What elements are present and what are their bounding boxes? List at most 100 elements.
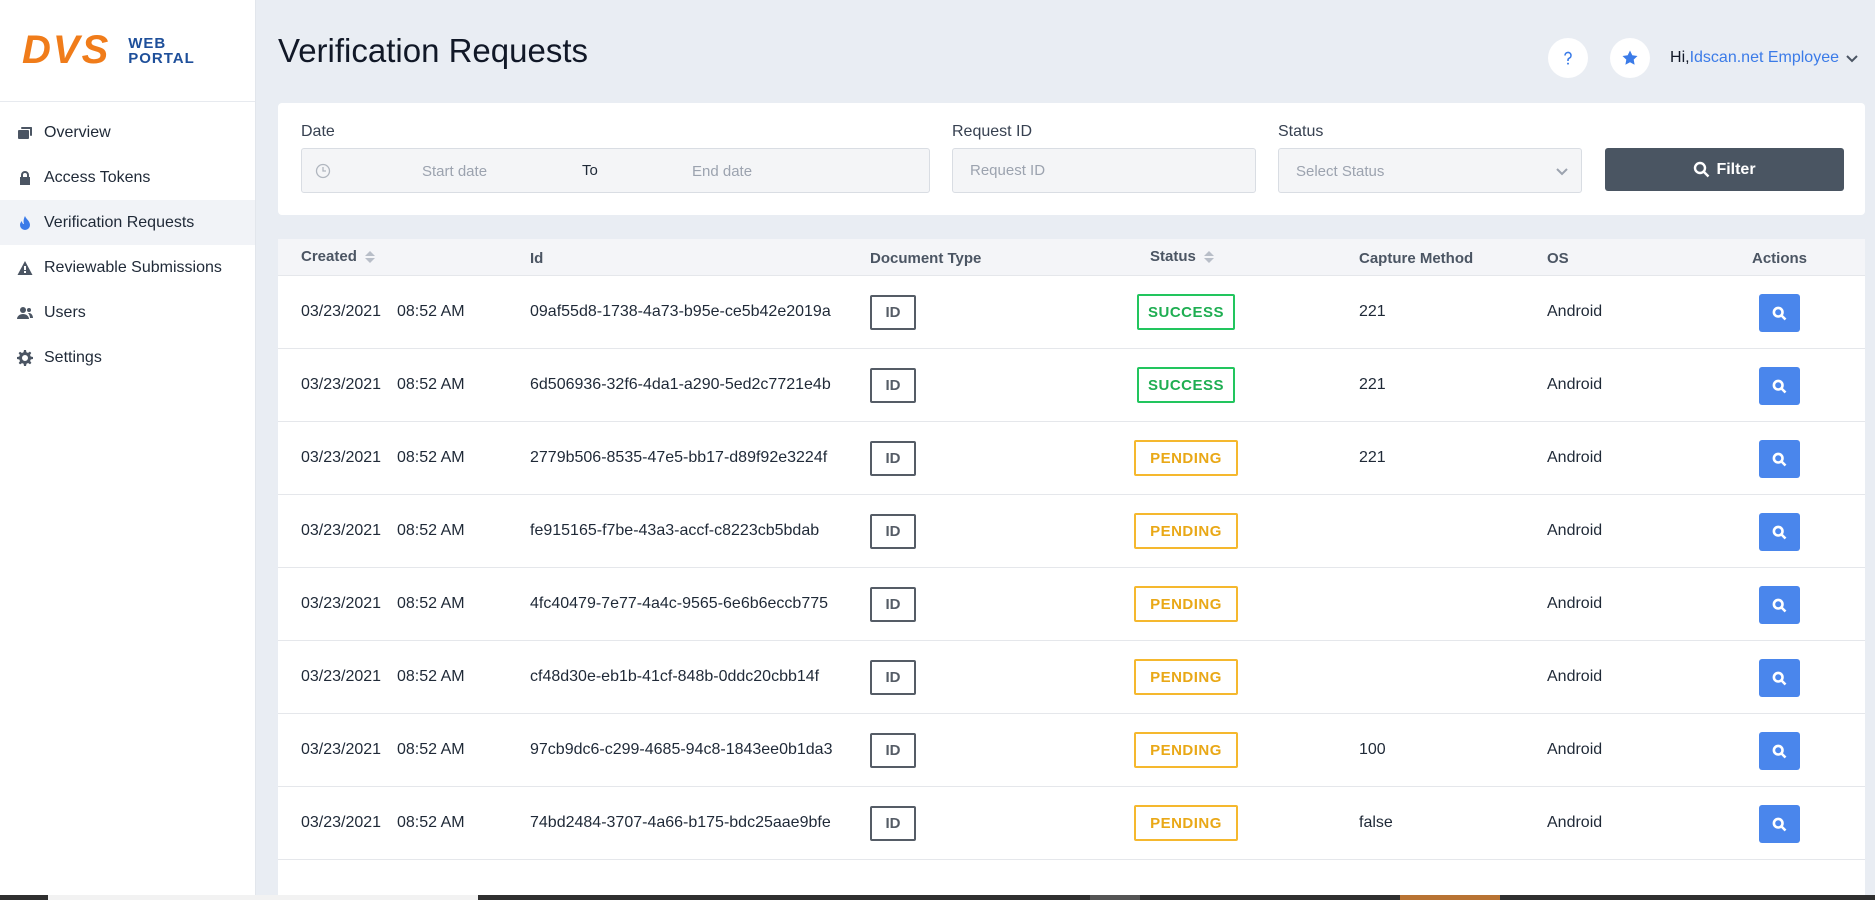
table-row: 03/23/2021 08:52 AM cf48d30e-eb1b-41cf-848… (278, 641, 1865, 714)
view-details-button[interactable] (1759, 367, 1800, 405)
flame-icon (16, 214, 34, 232)
created-time: 08:52 AM (397, 668, 465, 685)
sidebar-item-label: Verification Requests (44, 213, 195, 231)
view-details-button[interactable] (1759, 732, 1800, 770)
sidebar-item-verification-requests[interactable]: Verification Requests (0, 200, 255, 245)
created-date: 03/23/2021 (301, 595, 382, 612)
overview-icon (16, 124, 34, 142)
search-icon (1772, 598, 1787, 612)
capture-method: false (1359, 814, 1393, 831)
created-time: 08:52 AM (397, 449, 465, 466)
os-value: Android (1547, 741, 1603, 758)
request-id-input[interactable] (952, 148, 1256, 193)
sidebar-item-label: Overview (44, 123, 111, 141)
created-time: 08:52 AM (397, 814, 465, 831)
page-title: Verification Requests (278, 32, 589, 69)
created-date: 03/23/2021 (301, 814, 382, 831)
filter-button[interactable]: Filter (1605, 148, 1844, 191)
sidebar: DVS WEB PORTAL Overview Access Tokens Ve… (0, 0, 256, 900)
question-icon (1564, 51, 1572, 65)
os-value: Android (1547, 595, 1603, 612)
date-range-picker[interactable]: Start date To End date (301, 148, 930, 193)
filter-button-label: Filter (1716, 160, 1756, 178)
sidebar-item-reviewable-submissions[interactable]: Reviewable Submissions (0, 245, 255, 290)
column-header-label: Capture Method (1359, 250, 1474, 267)
main-content: Verification Requests Hi, Idscan.net Emp… (256, 0, 1875, 900)
sidebar-item-label: Users (44, 303, 86, 321)
search-icon (1772, 379, 1787, 393)
os-value: Android (1547, 449, 1603, 466)
column-header-status[interactable]: Status (1150, 248, 1214, 265)
status-badge: PENDING (1134, 659, 1238, 695)
request-id: cf48d30e-eb1b-41cf-848b-0ddc20cbb14f (530, 668, 820, 685)
sidebar-item-label: Settings (44, 348, 102, 366)
created-date: 03/23/2021 (301, 376, 382, 393)
created-time: 08:52 AM (397, 741, 465, 758)
lock-icon (16, 169, 34, 187)
warning-icon (16, 259, 34, 277)
request-id: 6d506936-32f6-4da1-a290-5ed2c7721e4b (530, 376, 831, 393)
document-type-badge: ID (870, 660, 916, 695)
created-time: 08:52 AM (397, 376, 465, 393)
logo-text: DVS (22, 28, 111, 72)
brand-logo[interactable]: DVS WEB PORTAL (0, 0, 255, 102)
column-header-label: Actions (1752, 250, 1808, 267)
created-date: 03/23/2021 (301, 303, 382, 320)
chevron-down-icon (1556, 168, 1568, 176)
table-row: 03/23/2021 08:52 AM 74bd2484-3707-4a66-b17… (278, 787, 1865, 860)
sidebar-item-users[interactable]: Users (0, 290, 255, 335)
os-value: Android (1547, 303, 1603, 320)
document-type-badge: ID (870, 514, 916, 549)
search-icon (1772, 817, 1787, 831)
request-id: 97cb9dc6-c299-4685-94c8-1843ee0b1da3 (530, 741, 833, 758)
view-details-button[interactable] (1759, 586, 1800, 624)
created-time: 08:52 AM (397, 522, 465, 539)
sidebar-item-settings[interactable]: Settings (0, 335, 255, 380)
table-row: 03/23/2021 08:52 AM 2779b506-8535-47e5-bb1… (278, 422, 1865, 495)
created-time: 08:52 AM (397, 303, 465, 320)
column-header-id: Id (530, 250, 543, 267)
users-icon (16, 304, 34, 322)
capture-method: 221 (1359, 376, 1386, 393)
user-name: Idscan.net Employee (1689, 49, 1839, 66)
search-icon (1772, 671, 1787, 685)
taskbar-strip (0, 895, 1875, 900)
header-actions: Hi, Idscan.net Employee (1526, 38, 1859, 78)
request-id: 09af55d8-1738-4a73-b95e-ce5b42e2019a (530, 303, 831, 320)
view-details-button[interactable] (1759, 440, 1800, 478)
document-type-badge: ID (870, 441, 916, 476)
end-date-input[interactable]: End date (692, 163, 752, 180)
user-menu[interactable]: Hi, Idscan.net Employee (1670, 49, 1859, 67)
column-header-label: Document Type (870, 250, 982, 267)
column-header-label: OS (1547, 250, 1569, 267)
sidebar-nav: Overview Access Tokens Verification Requ… (0, 102, 255, 380)
column-header-created[interactable]: Created (301, 248, 375, 265)
column-header-label: Created (301, 248, 357, 265)
sidebar-item-access-tokens[interactable]: Access Tokens (0, 155, 255, 200)
favorites-button[interactable] (1610, 38, 1651, 78)
gear-icon (16, 349, 34, 367)
capture-method: 221 (1359, 303, 1386, 320)
view-details-button[interactable] (1759, 659, 1800, 697)
status-badge: SUCCESS (1137, 294, 1235, 330)
column-header-actions: Actions (1752, 250, 1807, 267)
column-header-document-type: Document Type (870, 250, 981, 267)
status-badge: PENDING (1134, 586, 1238, 622)
requests-table: Created Id Document Type Status Capture … (278, 239, 1865, 900)
help-button[interactable] (1548, 38, 1589, 78)
logo-subtitle: WEB PORTAL (128, 36, 195, 66)
document-type-badge: ID (870, 368, 916, 403)
status-select[interactable]: Select Status (1278, 148, 1582, 193)
view-details-button[interactable] (1759, 294, 1800, 332)
table-row: 03/23/2021 08:52 AM 97cb9dc6-c299-4685-94c… (278, 714, 1865, 787)
sidebar-item-overview[interactable]: Overview (0, 110, 255, 155)
search-icon (1772, 744, 1787, 758)
column-header-label: Id (530, 250, 544, 267)
view-details-button[interactable] (1759, 513, 1800, 551)
sort-icon (364, 250, 375, 263)
column-header-os: OS (1547, 250, 1569, 267)
status-label: Status (1278, 123, 1324, 140)
view-details-button[interactable] (1759, 805, 1800, 843)
table-header: Created Id Document Type Status Capture … (278, 239, 1865, 276)
start-date-input[interactable]: Start date (422, 163, 487, 180)
